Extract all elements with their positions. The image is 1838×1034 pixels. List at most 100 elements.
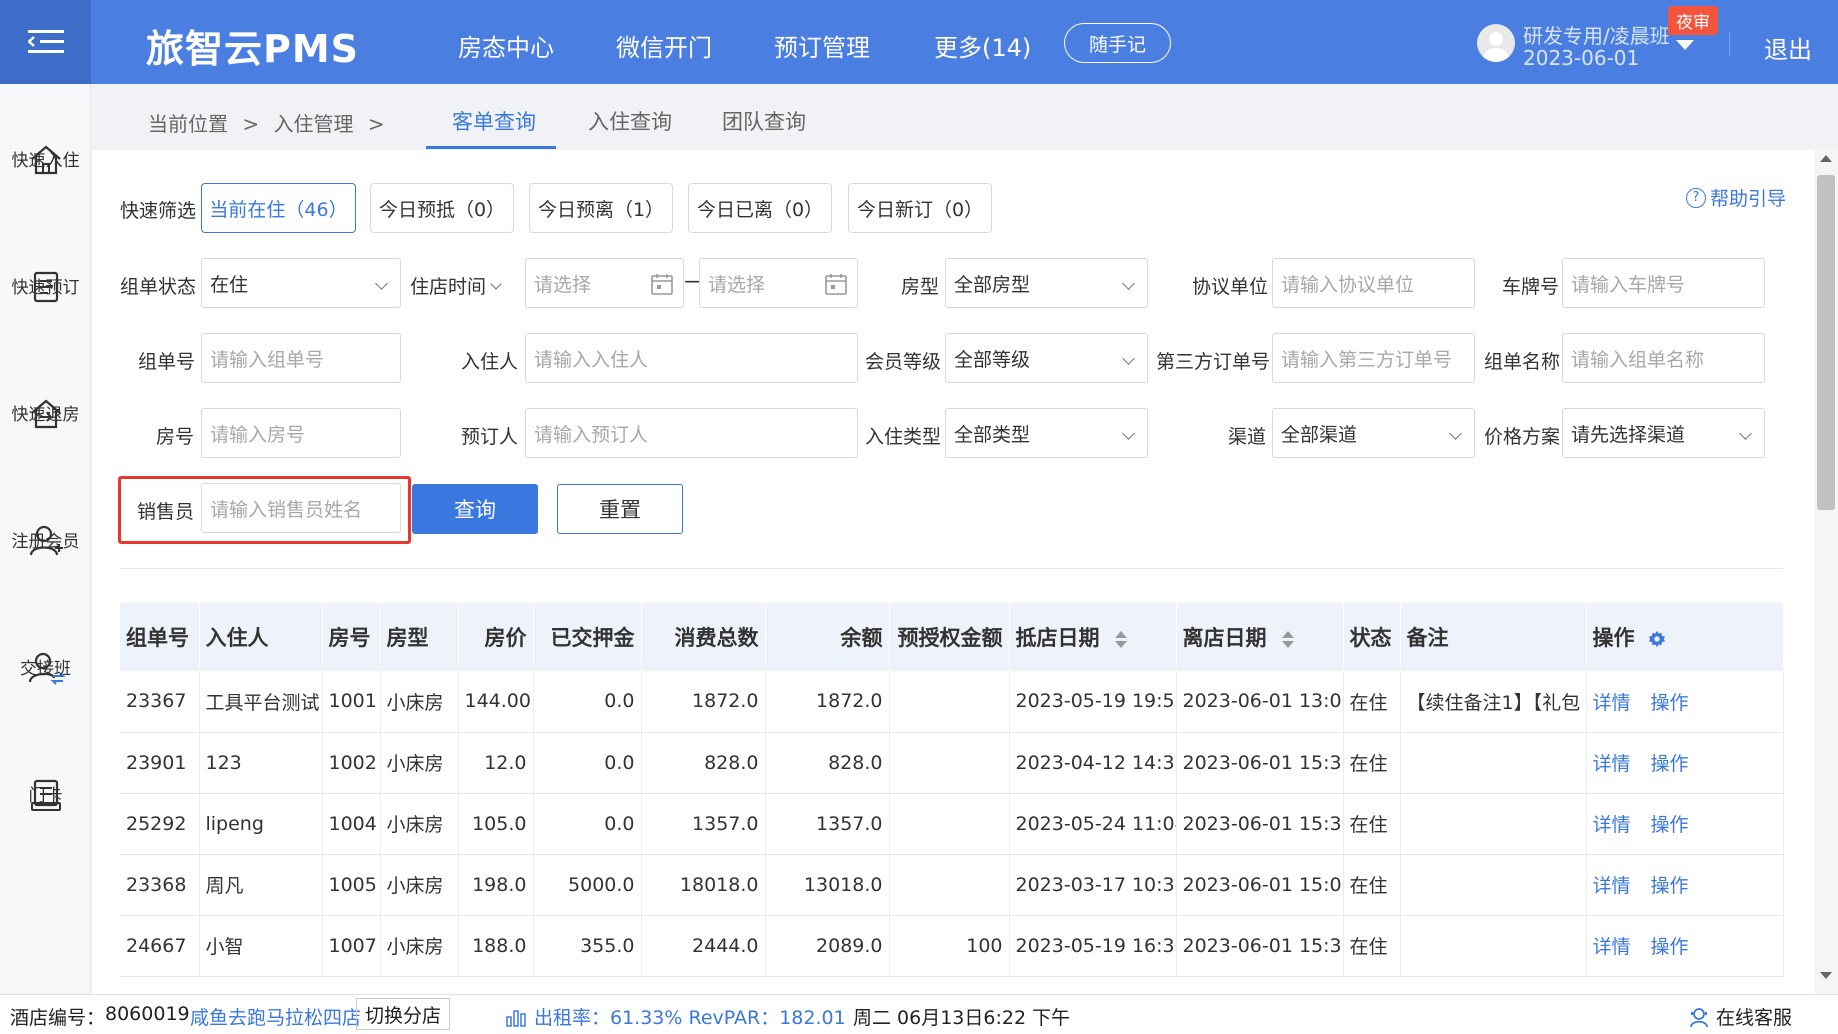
operate-link[interactable]: 操作	[1651, 753, 1689, 775]
nav-wechat-door[interactable]: 微信开门	[616, 28, 712, 63]
channel-select[interactable]: 全部渠道	[1272, 408, 1475, 458]
switch-branch-button[interactable]: 切换分店	[356, 998, 451, 1030]
col-depart-date[interactable]: 离店日期	[1176, 603, 1344, 671]
sidebar-item-door-card[interactable]: 门卡	[0, 775, 91, 815]
help-icon: ?	[1686, 187, 1706, 208]
agreement-unit-placeholder: 请输入协议单位	[1281, 273, 1415, 296]
cell-balance: 13018.0	[765, 854, 890, 916]
menu-toggle-button[interactable]	[0, 0, 91, 84]
filter-today-left-button[interactable]: 今日已离（0）	[688, 183, 832, 233]
sidebar-item-quick-checkout[interactable]: 快速退房	[0, 394, 91, 434]
room-no-input[interactable]: 请输入房号	[201, 408, 401, 458]
booker-input[interactable]: 请输入预订人	[525, 408, 858, 458]
guest-input[interactable]: 请输入入住人	[525, 333, 858, 383]
scrollbar-thumb[interactable]	[1817, 175, 1835, 510]
operate-link[interactable]: 操作	[1651, 692, 1689, 714]
detail-link[interactable]: 详情	[1593, 753, 1631, 775]
cell-room-type: 小床房	[380, 854, 459, 916]
nav-more[interactable]: 更多(14)	[934, 28, 1031, 63]
filter-today-new-button[interactable]: 今日新订（0）	[848, 183, 992, 233]
order-no-placeholder: 请输入组单号	[210, 348, 325, 371]
filter-today-arrival-button[interactable]: 今日预抵（0）	[370, 183, 514, 233]
table-row[interactable]: 23368 周凡 1005 小床房 198.0 5000.0 18018.0 13018.0 2…	[120, 854, 1784, 916]
nav-room-status[interactable]: 房态中心	[458, 28, 554, 63]
cell-room-type: 小床房	[380, 671, 459, 733]
cell-guest: 123	[199, 732, 323, 794]
detail-link[interactable]: 详情	[1593, 875, 1631, 897]
user-avatar-icon	[1483, 32, 1509, 62]
plate-input[interactable]: 请输入车牌号	[1562, 258, 1765, 308]
sort-icon[interactable]	[1281, 630, 1294, 648]
order-name-placeholder: 请输入组单名称	[1571, 348, 1705, 371]
filter-today-departure-button[interactable]: 今日预离（1）	[529, 183, 673, 233]
scroll-up-icon[interactable]	[1820, 155, 1832, 162]
cell-price: 105.0	[458, 793, 534, 855]
tab-checkin-query[interactable]: 入住查询	[588, 106, 672, 136]
col-room-no: 房号	[322, 603, 381, 671]
sidebar-item-quick-booking[interactable]: 快速预订	[0, 267, 91, 307]
third-order-input[interactable]: 请输入第三方订单号	[1272, 333, 1475, 383]
col-preauth: 预授权金额	[889, 603, 1010, 671]
bar-chart-icon	[506, 1009, 526, 1027]
table-row[interactable]: 23367 工具平台测试 1001 小床房 144.00 0.0 1872.0 1872.0 2…	[120, 671, 1784, 733]
table-row[interactable]: 23901 123 1002 小床房 12.0 0.0 828.0 828.0 2023-04-…	[120, 732, 1784, 794]
detail-link[interactable]: 详情	[1593, 692, 1631, 714]
sidebar-item-quick-checkin[interactable]: 快速入住	[0, 140, 91, 180]
checkin-type-select[interactable]: 全部类型	[945, 408, 1148, 458]
price-plan-select[interactable]: 请先选择渠道	[1562, 408, 1765, 458]
booker-placeholder: 请输入预订人	[534, 423, 649, 446]
detail-link[interactable]: 详情	[1593, 814, 1631, 836]
logout-button[interactable]: 退出	[1764, 30, 1812, 65]
sidebar-item-handover[interactable]: 交接班	[0, 648, 91, 688]
col-depart-date-label: 离店日期	[1182, 626, 1267, 650]
price-plan-label: 价格方案	[1484, 426, 1561, 448]
cell-room-no: 1005	[322, 854, 381, 916]
stay-time-dropdown[interactable]: 住店时间	[410, 272, 502, 299]
cell-actions: 详情 操作	[1586, 915, 1784, 977]
operate-link[interactable]: 操作	[1651, 936, 1689, 958]
avatar[interactable]	[1477, 24, 1515, 62]
agreement-unit-input[interactable]: 请输入协议单位	[1272, 258, 1475, 308]
table-row[interactable]: 24667 小智 1007 小床房 188.0 355.0 2444.0 2089.0 100 2…	[120, 915, 1784, 977]
col-arrive-date[interactable]: 抵店日期	[1009, 603, 1177, 671]
breadcrumb-section[interactable]: 入住管理	[273, 112, 353, 136]
order-status-select[interactable]: 在住	[201, 258, 401, 308]
order-no-input[interactable]: 请输入组单号	[201, 333, 401, 383]
tab-group-query[interactable]: 团队查询	[722, 106, 806, 136]
detail-link[interactable]: 详情	[1593, 936, 1631, 958]
sort-icon[interactable]	[1114, 630, 1127, 648]
divider	[120, 568, 1783, 569]
sidebar-item-register-member[interactable]: 注册会员	[0, 521, 91, 561]
cell-room-no: 1001	[322, 671, 381, 733]
online-service-button[interactable]: 在线客服	[1688, 1003, 1792, 1030]
cell-status: 在住	[1343, 732, 1401, 794]
nav-booking[interactable]: 预订管理	[774, 28, 870, 63]
third-order-placeholder: 请输入第三方订单号	[1281, 348, 1453, 371]
order-name-input[interactable]: 请输入组单名称	[1562, 333, 1765, 383]
customer-service-icon	[1690, 1007, 1708, 1027]
cell-preauth	[889, 854, 1010, 916]
memo-button[interactable]: 随手记	[1064, 23, 1171, 63]
room-type-select[interactable]: 全部房型	[945, 258, 1148, 308]
stay-time-start-input[interactable]: 请选择	[525, 258, 684, 308]
filter-current-stay-button[interactable]: 当前在住（46）	[201, 183, 356, 233]
user-dropdown-icon[interactable]	[1676, 40, 1694, 50]
room-no-label: 房号	[156, 426, 195, 448]
gear-icon[interactable]	[1648, 630, 1666, 648]
help-guide-link[interactable]: ? 帮助引导	[1686, 184, 1786, 211]
scroll-down-icon[interactable]	[1820, 972, 1832, 979]
col-actions-label: 操作	[1592, 626, 1635, 650]
operate-link[interactable]: 操作	[1651, 814, 1689, 836]
tab-guest-order-query[interactable]: 客单查询	[452, 106, 536, 136]
hotel-name: 咸鱼去跑马拉松四店	[190, 1007, 362, 1029]
member-level-select[interactable]: 全部等级	[945, 333, 1148, 383]
operate-link[interactable]: 操作	[1651, 875, 1689, 897]
cell-status: 在住	[1343, 854, 1401, 916]
stay-time-end-input[interactable]: 请选择	[699, 258, 858, 308]
quick-filter-label: 快速筛选	[120, 200, 197, 222]
cell-guest: lipeng	[199, 793, 323, 855]
reset-button[interactable]: 重置	[557, 484, 683, 534]
table-row[interactable]: 25292 lipeng 1004 小床房 105.0 0.0 1357.0 1357.0 20…	[120, 793, 1784, 855]
col-total: 消费总数	[641, 603, 766, 671]
query-button[interactable]: 查询	[412, 484, 538, 534]
